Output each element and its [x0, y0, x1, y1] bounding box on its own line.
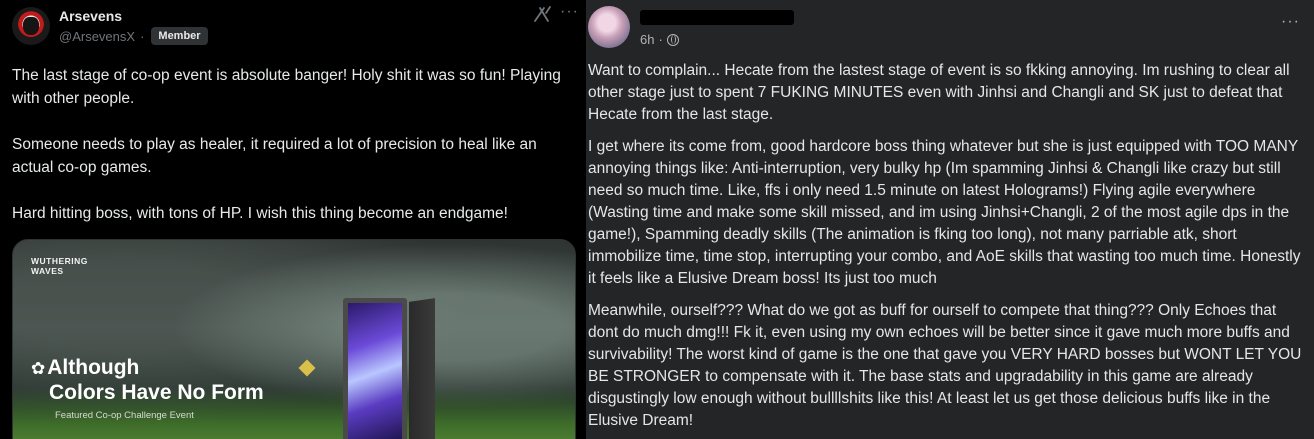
post-paragraph: Hard hitting boss, with tons of HP. I wi…	[12, 205, 508, 222]
logo-line: WUTHERING	[31, 256, 88, 266]
post-paragraph: Someone needs to play as healer, it requ…	[12, 136, 542, 176]
author-meta: @ArsevensX · Member	[59, 27, 208, 45]
event-emblem-icon: ✿	[31, 359, 46, 378]
post-paragraph: Meanwhile, ourself??? What do we got as …	[588, 302, 1302, 429]
logo-line: WAVES	[31, 266, 64, 276]
facebook-post: 6h · ··· Want to complain... Hecate from…	[586, 0, 1314, 439]
warning-sign	[298, 359, 316, 377]
event-title-line: Colors Have No Form	[49, 381, 264, 404]
portal-door	[343, 298, 407, 439]
x-post: Arsevens @ArsevensX · Member ··· The las…	[0, 0, 586, 439]
event-title-line: Although	[47, 356, 140, 379]
post-text: The last stage of co-op event is absolut…	[12, 64, 580, 248]
post-text: Want to complain... Hecate from the last…	[588, 60, 1308, 439]
post-paragraph: The last stage of co-op event is absolut…	[12, 67, 566, 107]
post-time[interactable]: 6h	[640, 32, 654, 47]
meta-separator: ·	[658, 32, 663, 47]
more-icon[interactable]: ···	[560, 3, 579, 21]
more-icon[interactable]: ···	[1281, 13, 1300, 31]
author-name[interactable]: Arsevens	[59, 8, 122, 24]
meta-separator: ·	[140, 28, 145, 44]
grok-icon[interactable]	[532, 4, 552, 24]
avatar[interactable]	[588, 6, 630, 48]
globe-icon[interactable]	[666, 33, 679, 46]
event-subtitle: Featured Co-op Challenge Event	[55, 410, 194, 421]
member-badge[interactable]: Member	[151, 27, 208, 45]
post-paragraph: I get where its come from, good hardcore…	[588, 138, 1301, 287]
post-meta: 6h ·	[640, 32, 679, 47]
author-handle[interactable]: @ArsevensX	[59, 29, 135, 44]
avatar[interactable]	[12, 7, 50, 45]
open-door-panel	[409, 298, 435, 439]
event-title: ✿Although Colors Have No Form	[31, 356, 264, 405]
media-image[interactable]: WUTHERING WAVES ✿Although Colors Have No…	[12, 239, 576, 439]
redacted-author-name	[640, 10, 794, 25]
game-logo: WUTHERING WAVES	[31, 256, 88, 276]
post-paragraph: Want to complain... Hecate from the last…	[588, 62, 1290, 123]
